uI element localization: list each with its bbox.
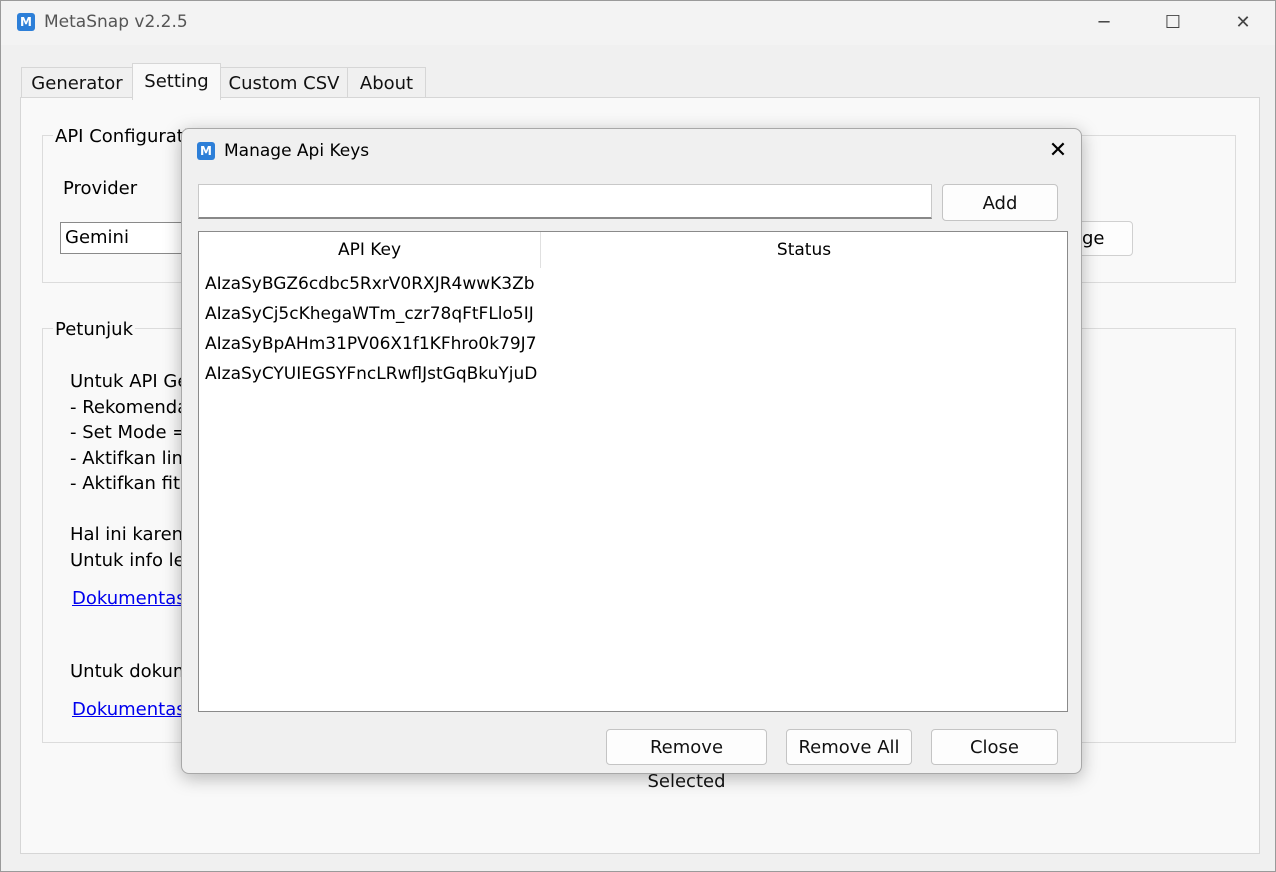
dialog-close-icon[interactable]: ✕ — [1040, 137, 1076, 165]
window-title: MetaSnap v2.2.5 — [44, 12, 188, 32]
petunjuk-line: Untuk info le — [70, 550, 185, 571]
api-key-cell: AIzaSyCj5cKhegaWTm_czr78qFtFLlo5IJ — [205, 304, 534, 324]
petunjuk-line: - Set Mode = — [70, 422, 188, 443]
remove-all-button[interactable]: Remove All — [786, 729, 912, 765]
petunjuk-line: Untuk API Ge — [70, 371, 189, 392]
close-window-button[interactable]: ✕ — [1223, 9, 1263, 37]
api-key-table[interactable]: API Key Status AIzaSyBGZ6cdbc5RxrV0RXJR4… — [198, 231, 1068, 712]
column-header-status[interactable]: Status — [541, 232, 1067, 268]
api-key-cell: AIzaSyBGZ6cdbc5RxrV0RXJR4wwK3Zb — [205, 274, 535, 294]
dialog-logo-icon: M — [197, 142, 215, 160]
tab-generator[interactable]: Generator — [21, 67, 133, 99]
table-row[interactable]: AIzaSyBGZ6cdbc5RxrV0RXJR4wwK3Zb — [199, 269, 1059, 299]
tab-setting[interactable]: Setting — [132, 63, 221, 100]
remove-selected-button[interactable]: Remove Selected — [606, 729, 767, 792]
tab-about[interactable]: About — [347, 67, 426, 99]
petunjuk-line: Untuk dokum — [70, 661, 191, 682]
app-logo-icon: M — [17, 13, 35, 31]
dialog-title: Manage Api Keys — [224, 141, 370, 161]
table-row[interactable]: AIzaSyBpAHm31PV06X1f1KFhro0k79J7 — [199, 329, 1059, 359]
tab-custom-csv[interactable]: Custom CSV — [220, 67, 348, 99]
manage-api-keys-dialog: M Manage Api Keys ✕ Add API Key Status A… — [181, 128, 1082, 792]
petunjuk-line: - Aktifkan lim — [70, 448, 190, 469]
title-bar[interactable]: M MetaSnap v2.2.5 ─ ☐ ✕ — [1, 1, 1275, 45]
column-header-api-key[interactable]: API Key — [199, 232, 541, 268]
documentation-link[interactable]: Dokumentasi — [72, 588, 191, 609]
add-button[interactable]: Add — [942, 184, 1058, 221]
petunjuk-title: Petunjuk — [53, 319, 135, 340]
api-key-cell: AIzaSyCYUIEGSYFncLRwflJstGqBkuYjuD — [205, 364, 537, 384]
provider-label: Provider — [63, 178, 138, 199]
table-row[interactable]: AIzaSyCj5cKhegaWTm_czr78qFtFLlo5IJ — [199, 299, 1059, 329]
api-key-input[interactable] — [198, 184, 932, 219]
maximize-button[interactable]: ☐ — [1153, 9, 1193, 37]
petunjuk-line: - Rekomenda — [70, 397, 189, 418]
table-row[interactable]: AIzaSyCYUIEGSYFncLRwflJstGqBkuYjuD — [199, 359, 1059, 389]
api-key-cell: AIzaSyBpAHm31PV06X1f1KFhro0k79J7 — [205, 334, 537, 354]
close-button[interactable]: Close — [931, 729, 1058, 765]
documentation-link-2[interactable]: Dokumentasi — [72, 699, 191, 720]
petunjuk-line: - Aktifkan fitu — [70, 473, 192, 494]
api-configuration-title: API Configurati — [53, 126, 191, 147]
petunjuk-line: Hal ini karena — [70, 524, 195, 545]
minimize-button[interactable]: ─ — [1084, 9, 1124, 37]
